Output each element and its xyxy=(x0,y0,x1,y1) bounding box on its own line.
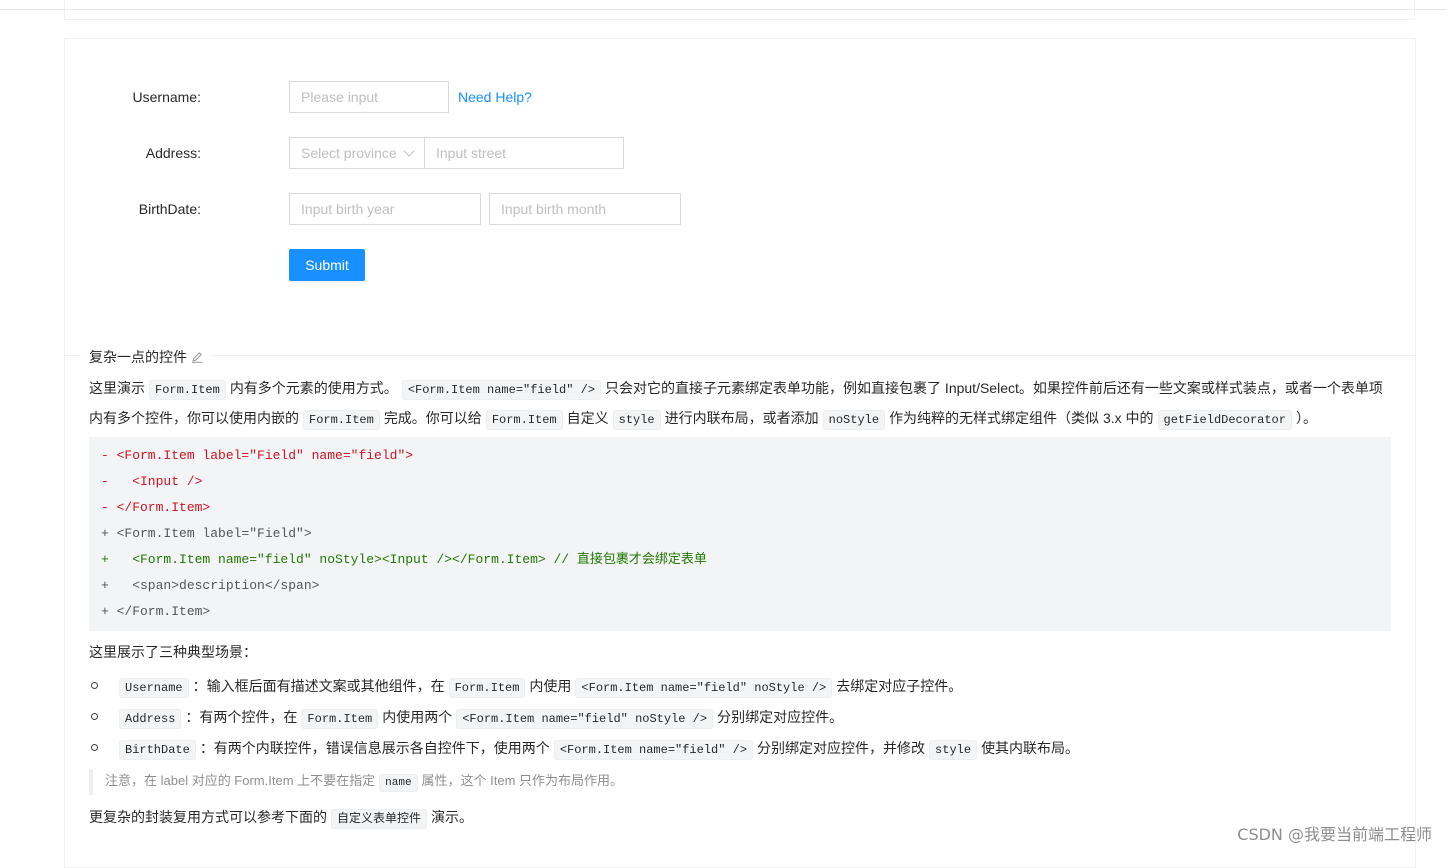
text-segment: 分别绑定对应控件，并修改 xyxy=(757,740,926,756)
meta-divider xyxy=(65,355,1415,356)
meta-description: 这里演示 Form.Item 内有多个元素的使用方式。 <Form.Item name… xyxy=(89,374,1394,434)
scenes-intro: 这里展示了三种典型场景： xyxy=(89,644,257,660)
text-segment: 使其内联布局。 xyxy=(981,740,1080,756)
username-label: Username: xyxy=(132,89,201,105)
text-segment: 作为纯粹的无样式绑定组件（类似 3.x 中的 xyxy=(889,410,1154,426)
note-blockquote: 注意，在 label 对应的 Form.Item 上不要在指定 name 属性，这个… xyxy=(89,769,623,795)
edit-icon[interactable] xyxy=(191,351,203,363)
previous-demo-card xyxy=(64,0,1415,20)
inline-code: <Form.Item name="field" noStyle /> xyxy=(575,678,833,698)
custom-form-control-link[interactable]: 自定义表单控件 xyxy=(331,809,428,829)
text-segment: BirthDate xyxy=(138,201,198,217)
text-segment: ）。 xyxy=(1295,410,1317,426)
text-segment: 内使用 xyxy=(529,678,572,694)
inline-code: Form.Item xyxy=(301,709,379,729)
text-segment: Input birth month xyxy=(501,201,607,217)
text-segment: Username xyxy=(132,89,198,105)
diff-code-block: - <Form.Item label="Field" name="field">… xyxy=(89,437,1391,631)
list-item: Username ：输入框后面有描述文案或其他组件，在 Form.Item 内使用 <F… xyxy=(89,673,1389,704)
code-line: + <Form.Item name="field" noStyle><Input… xyxy=(101,552,707,567)
form-row-username: Username: Please input Need Help? xyxy=(65,81,1415,113)
birth-month-input[interactable]: Input birth month xyxy=(489,193,681,225)
text-segment: 内有多个元素的使用方式。 xyxy=(229,380,398,396)
text-segment: 演示。 xyxy=(431,809,474,825)
footer-text: 更复杂的封装复用方式可以参考下面的 自定义表单控件 演示。 xyxy=(89,803,1394,833)
text-segment: Please input xyxy=(301,89,379,105)
code-line: - </Form.Item> xyxy=(101,500,211,515)
inline-code: Username xyxy=(119,678,189,698)
inline-code: Form.Item xyxy=(149,380,226,400)
text-segment: 完成。你可以给 xyxy=(383,410,482,426)
code-line: + </Form.Item> xyxy=(101,604,211,619)
text-segment: ：有两个内联控件，错误信息展示各自控件下，使用两个 xyxy=(199,740,550,756)
text-segment: 进行内联布局，或者添加 xyxy=(664,410,819,426)
code-line: + <Form.Item label="Field"> xyxy=(101,526,312,541)
text-segment: 内使用两个 xyxy=(382,709,453,725)
street-input[interactable]: Input street xyxy=(424,137,624,169)
inline-code: <Form.Item name="field" /> xyxy=(401,380,602,400)
code-line: - <Form.Item label="Field" name="field"> xyxy=(101,448,414,463)
inline-code: getFieldDecorator xyxy=(1157,410,1292,430)
list-item: Address ：有两个控件，在 Form.Item 内使用两个 <Form.Item … xyxy=(89,704,1389,735)
username-input[interactable]: Please input xyxy=(289,81,449,113)
form-row-address: Address: Select province Input street xyxy=(65,137,1415,169)
birth-year-input[interactable]: Input birth year xyxy=(289,193,481,225)
inline-code: <Form.Item name="field" /> xyxy=(553,740,754,760)
scenes-list: Username ：输入框后面有描述文案或其他组件，在 Form.Item 内使用 <F… xyxy=(89,673,1389,766)
code-line: + <span>description</span> xyxy=(101,578,320,593)
inline-code: style xyxy=(929,740,978,760)
inline-code: noStyle xyxy=(822,410,886,430)
inline-code: name xyxy=(379,774,418,792)
text-segment: 属性，这个 Item 只作为布局作用。 xyxy=(421,773,624,788)
csdn-watermark: CSDN @我要当前端工程师 xyxy=(1237,825,1432,844)
text-segment: ：有两个控件，在 xyxy=(185,709,298,725)
inline-code: Form.Item xyxy=(303,410,380,430)
province-select[interactable]: Select province xyxy=(289,137,425,169)
meta-title-text: 复杂一点的控件 xyxy=(89,349,187,365)
chevron-down-icon xyxy=(403,145,415,157)
submit-button[interactable]: Submit xyxy=(289,249,365,281)
text-segment: 注意，在 label 对应的 Form.Item 上不要在指定 xyxy=(105,773,376,788)
inline-code: <Form.Item name="field" noStyle /> xyxy=(456,709,714,729)
inline-code: Form.Item xyxy=(485,410,563,430)
text-segment: 分别绑定对应控件。 xyxy=(717,709,844,725)
text-segment: Select province xyxy=(301,145,397,161)
text-segment: 去绑定对应子控件。 xyxy=(836,678,963,694)
text-segment: 这里演示 xyxy=(89,380,145,396)
text-segment: ：输入框后面有描述文案或其他组件，在 xyxy=(192,678,445,694)
need-help-link[interactable]: Need Help? xyxy=(458,81,532,113)
code-line: - <Input /> xyxy=(101,474,203,489)
address-label: Address: xyxy=(145,145,201,161)
text-segment: 更复杂的封装复用方式可以参考下面的 xyxy=(89,809,327,825)
form-row-birthdate: BirthDate: Input birth year Input birth … xyxy=(65,193,1415,225)
text-segment: 自定义 xyxy=(566,410,609,426)
demo-card: Username: Please input Need Help? Addres… xyxy=(64,38,1416,868)
inline-code: Form.Item xyxy=(448,678,526,698)
text-segment: Address xyxy=(145,145,198,161)
text-segment: Input birth year xyxy=(301,201,395,217)
meta-title: 复杂一点的控件 xyxy=(81,346,211,368)
inline-code: BirthDate xyxy=(119,740,196,760)
list-item: BirthDate ：有两个内联控件，错误信息展示各自控件下，使用两个 <Form.… xyxy=(89,735,1389,766)
inline-code: style xyxy=(612,410,661,430)
text-segment: Input street xyxy=(436,145,507,161)
birthdate-label: BirthDate: xyxy=(138,201,201,217)
inline-code: Address xyxy=(119,709,182,729)
